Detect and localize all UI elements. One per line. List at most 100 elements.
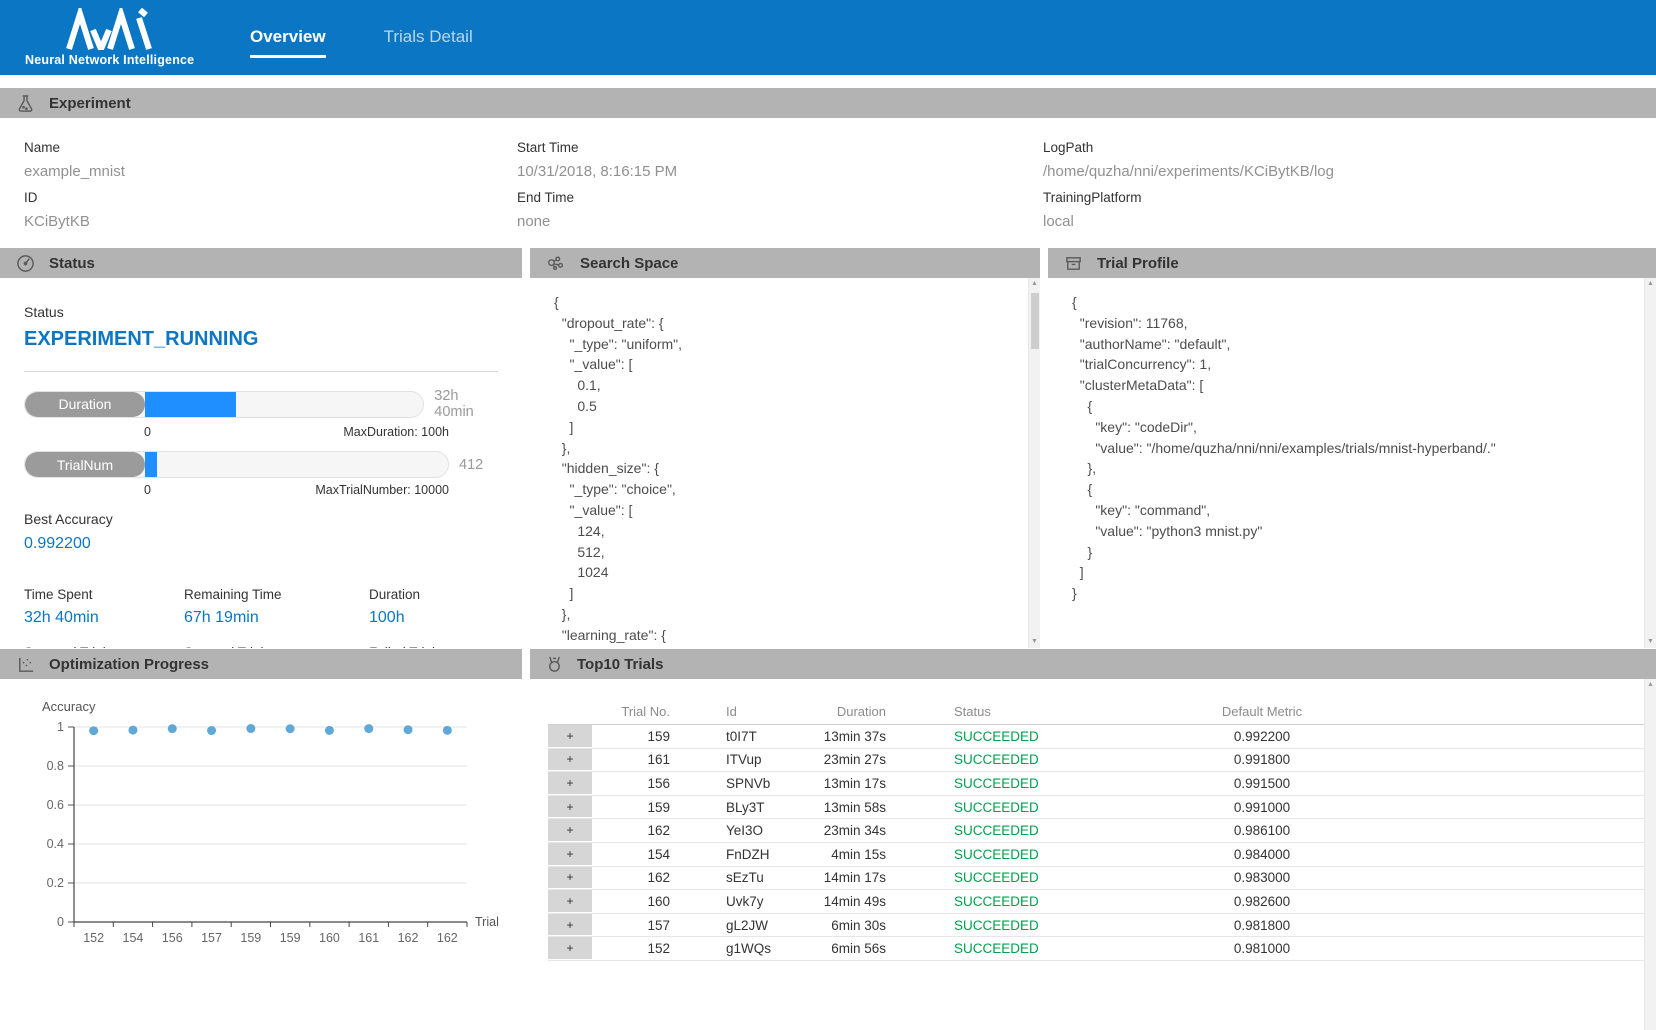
field-value-end-time: none (517, 213, 1043, 230)
status-panel: Status Status EXPERIMENT_RUNNING Duratio… (0, 248, 522, 648)
svg-text:161: 161 (358, 931, 379, 945)
expand-row-button[interactable]: + (548, 890, 592, 913)
cell-trial-no: 159 (592, 729, 676, 744)
table-row: +157gL2JW6min 30sSUCCEEDED0.981800 (548, 914, 1644, 938)
expand-row-button[interactable]: + (548, 914, 592, 937)
scatter-point (325, 726, 334, 735)
brand-name: Neural Network Intelligence (25, 53, 215, 67)
cell-trial-no: 157 (592, 918, 676, 933)
trialnum-bar-value: 412 (459, 457, 483, 473)
field-label-logpath: LogPath (1043, 140, 1656, 155)
svg-text:0.2: 0.2 (47, 876, 64, 890)
svg-text:157: 157 (201, 931, 222, 945)
field-value-training-platform: local (1043, 213, 1656, 230)
field-value-start-time: 10/31/2018, 8:16:15 PM (517, 163, 1043, 180)
cell-default-metric: 0.984000 (1112, 847, 1412, 862)
table-row: +152g1WQs6min 56sSUCCEEDED0.981000 (548, 937, 1644, 961)
accuracy-scatter-svg: Accuracy00.20.40.60.81152154156157159159… (12, 697, 517, 962)
nav-tabs: Overview Trials Detail (250, 27, 473, 58)
divider (24, 371, 498, 372)
cell-status: SUCCEEDED (892, 847, 1112, 862)
table-row: +154FnDZH4min 15sSUCCEEDED0.984000 (548, 843, 1644, 867)
search-space-scrollbar[interactable]: ▲ ▼ (1028, 278, 1040, 648)
cell-trial-no: 162 (592, 823, 676, 838)
cell-default-metric: 0.983000 (1112, 870, 1412, 885)
cell-trial-no: 152 (592, 941, 676, 956)
cell-default-metric: 0.991500 (1112, 776, 1412, 791)
expand-row-button[interactable]: + (548, 867, 592, 890)
top10-trials-scrollbar[interactable]: ▲ ▼ (1644, 679, 1656, 1030)
cell-status: SUCCEEDED (892, 941, 1112, 956)
expand-row-button[interactable]: + (548, 819, 592, 842)
cell-id: BLy3T (676, 800, 796, 815)
molecule-icon (546, 254, 566, 273)
field-value-id: KCiBytKB (24, 213, 517, 230)
svg-text:0.4: 0.4 (47, 837, 64, 851)
expand-row-button[interactable]: + (548, 937, 592, 960)
top10-trials-panel: Top10 Trials Trial No. Id Duration Statu… (530, 649, 1656, 1030)
svg-text:Accuracy: Accuracy (42, 699, 96, 714)
scroll-thumb[interactable] (1031, 293, 1039, 349)
scroll-up-icon[interactable]: ▲ (1031, 279, 1038, 289)
cell-id: SPNVb (676, 776, 796, 791)
optimization-progress-panel: Optimization Progress Accuracy00.20.40.6… (0, 649, 522, 1030)
tab-trials-detail[interactable]: Trials Detail (384, 27, 473, 58)
svg-text:162: 162 (398, 931, 419, 945)
expand-row-button[interactable]: + (548, 796, 592, 819)
experiment-section: Experiment Name example_mnist ID KCiBytK… (0, 88, 1656, 248)
expand-row-button[interactable]: + (548, 843, 592, 866)
table-row: +162sEzTu14min 17sSUCCEEDED0.983000 (548, 867, 1644, 891)
cell-id: YeI3O (676, 823, 796, 838)
expand-row-button[interactable]: + (548, 772, 592, 795)
col-header-duration: Duration (796, 704, 892, 719)
accuracy-scatter-chart: Accuracy00.20.40.60.81152154156157159159… (0, 679, 517, 1030)
scroll-down-icon[interactable]: ▼ (1031, 637, 1038, 647)
cell-duration: 4min 15s (796, 847, 892, 862)
time-spent-value: 32h 40min (24, 609, 184, 627)
cell-status: SUCCEEDED (892, 776, 1112, 791)
top10-trials-table: Trial No. Id Duration Status Default Met… (530, 679, 1644, 1030)
scatter-point (364, 724, 373, 733)
cell-default-metric: 0.986100 (1112, 823, 1412, 838)
scroll-up-icon[interactable]: ▲ (1647, 680, 1654, 690)
cell-trial-no: 160 (592, 894, 676, 909)
scroll-up-icon[interactable]: ▲ (1647, 279, 1654, 289)
table-body: +159t0I7T13min 37sSUCCEEDED0.992200+161I… (548, 725, 1644, 961)
duration-stat-value: 100h (369, 609, 498, 627)
trial-profile-scrollbar[interactable]: ▲ ▼ (1644, 278, 1656, 648)
trialnum-progress-bar: TrialNum (24, 451, 449, 478)
table-row: +160Uvk7y14min 49sSUCCEEDED0.982600 (548, 890, 1644, 914)
svg-text:154: 154 (123, 931, 144, 945)
table-row: +159BLy3T13min 58sSUCCEEDED0.991000 (548, 796, 1644, 820)
scatter-point (128, 726, 137, 735)
table-row: +161ITVup23min 27sSUCCEEDED0.991800 (548, 749, 1644, 773)
status-panel-header: Status (0, 248, 522, 278)
experiment-section-header: Experiment (0, 88, 1656, 118)
archive-box-icon (1064, 254, 1083, 273)
top-navigation-bar: Neural Network Intelligence Overview Tri… (0, 0, 1656, 75)
cell-trial-no: 156 (592, 776, 676, 791)
tab-overview[interactable]: Overview (250, 27, 326, 58)
cell-id: FnDZH (676, 847, 796, 862)
svg-text:160: 160 (319, 931, 340, 945)
expand-row-button[interactable]: + (548, 749, 592, 772)
expand-row-button[interactable]: + (548, 725, 592, 748)
svg-text:152: 152 (83, 931, 104, 945)
svg-text:0.8: 0.8 (47, 759, 64, 773)
col-header-status: Status (892, 704, 1112, 719)
status-panel-title: Status (49, 255, 95, 272)
field-value-name: example_mnist (24, 163, 517, 180)
cell-duration: 6min 56s (796, 941, 892, 956)
cell-trial-no: 162 (592, 870, 676, 885)
table-row: +159t0I7T13min 37sSUCCEEDED0.992200 (548, 725, 1644, 749)
duration-progress-row: Duration 32h 40min (24, 388, 498, 420)
svg-text:Trial: Trial (475, 915, 499, 929)
col-header-trial-no: Trial No. (592, 704, 676, 719)
top10-trials-title: Top10 Trials (577, 656, 663, 673)
col-header-default-metric: Default Metric (1112, 704, 1412, 719)
cell-id: g1WQs (676, 941, 796, 956)
scroll-down-icon[interactable]: ▼ (1647, 637, 1654, 647)
cell-default-metric: 0.991800 (1112, 752, 1412, 767)
trialnum-progress-row: TrialNum 412 (24, 451, 498, 478)
field-label-start-time: Start Time (517, 140, 1043, 155)
